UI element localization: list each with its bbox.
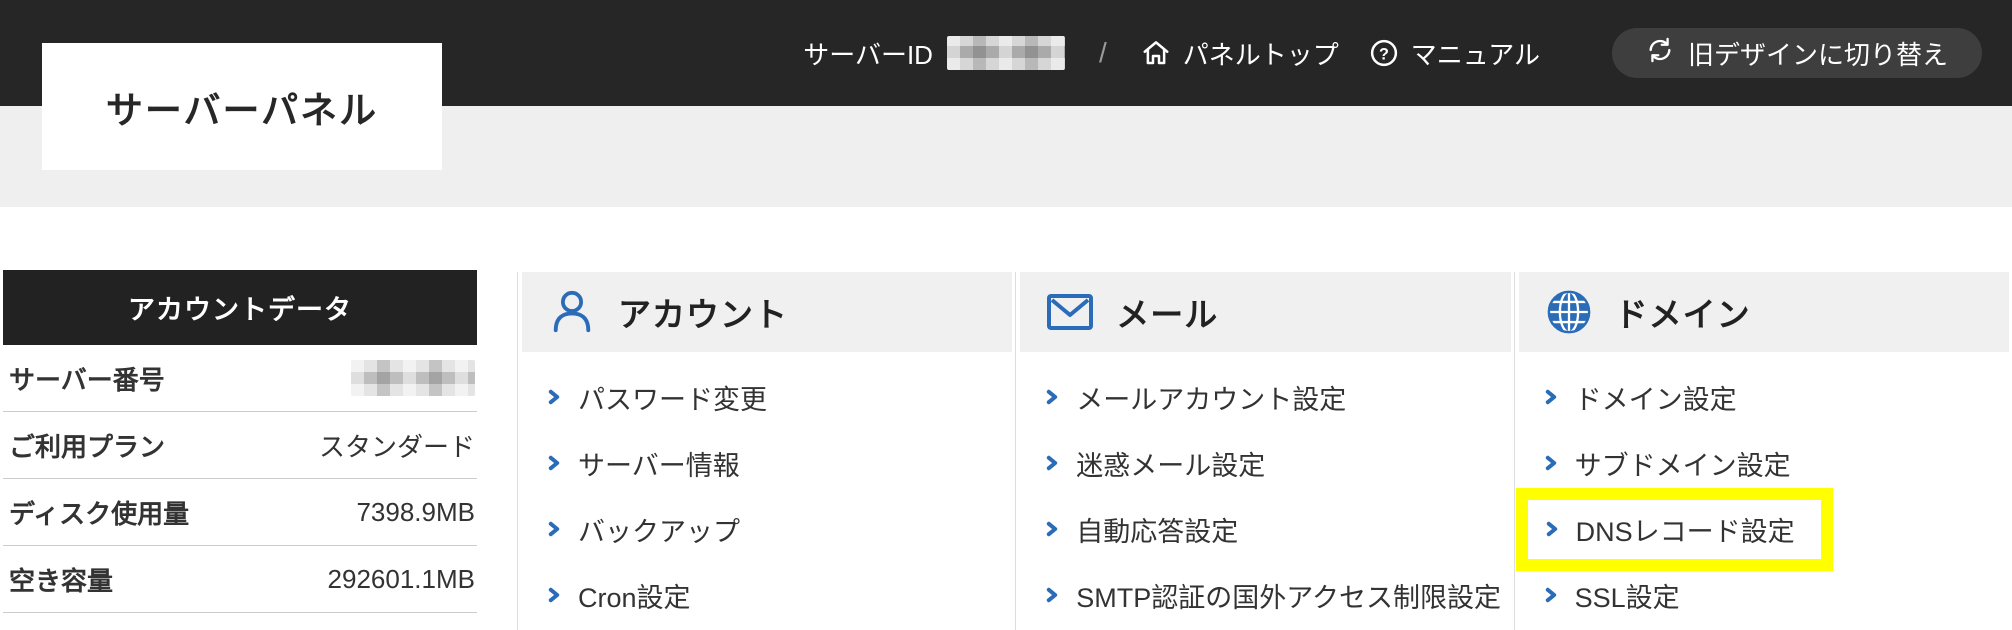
menu-link-label: メールアカウント設定 — [1076, 384, 1347, 415]
account-data-row: ディスク使用量 7398.9MB — [3, 479, 477, 546]
user-icon — [548, 287, 596, 337]
mail-icon — [1046, 287, 1094, 337]
chevron-right-icon — [546, 387, 562, 407]
chevron-right-icon — [1044, 387, 1060, 407]
account-data-rows: サーバー番号 ご利用プラン スタンダード ディスク使用量 7398.9MB 空き… — [3, 345, 477, 613]
account-data-row-label: ディスク使用量 — [9, 498, 190, 529]
server-id-masked-value — [946, 36, 1065, 70]
menu-link-label: ドメイン設定 — [1574, 384, 1737, 415]
menu-column-links: ドメイン設定 サブドメイン設定 DNSレコード設定 SSL設定 — [1515, 352, 2012, 628]
account-data-row: 空き容量 292601.1MB — [3, 546, 477, 613]
nav-manual[interactable]: ? マニュアル — [1369, 35, 1540, 72]
home-icon — [1141, 38, 1171, 68]
account-data-row: サーバー番号 — [3, 345, 477, 412]
menu-column-1: アカウント パスワード変更 サーバー情報 バックアップ Cron設定 — [517, 272, 1015, 630]
menu-link[interactable]: メールアカウント設定 — [1016, 364, 1513, 430]
menu-link[interactable]: サーバー情報 — [518, 430, 1015, 496]
chevron-right-icon — [1543, 585, 1559, 605]
menu-link[interactable]: 迷惑メール設定 — [1016, 430, 1513, 496]
menu-column-3: ドメイン ドメイン設定 サブドメイン設定 DNSレコード設定 SSL設定 — [1513, 272, 2012, 630]
menu-link[interactable]: SMTP認証の国外アクセス制限設定 — [1016, 562, 1513, 628]
nav-manual-label: マニュアル — [1410, 39, 1540, 70]
chevron-right-icon — [1543, 453, 1559, 473]
menu-link[interactable]: SSL設定 — [1515, 562, 2012, 628]
menu-column-links: パスワード変更 サーバー情報 バックアップ Cron設定 — [518, 352, 1015, 628]
logo-text: サーバーパネル — [105, 89, 379, 131]
chevron-right-icon — [1543, 387, 1559, 407]
chevron-right-icon — [546, 585, 562, 605]
menu-column-header: アカウント — [522, 272, 1013, 352]
logo-card[interactable]: サーバーパネル — [42, 43, 442, 170]
account-data-title: アカウントデータ — [3, 270, 477, 345]
account-data-row: ご利用プラン スタンダード — [3, 412, 477, 479]
chevron-right-icon — [1544, 519, 1560, 539]
menu-link-label: 迷惑メール設定 — [1076, 450, 1266, 481]
server-id-group: サーバーID — [803, 35, 1065, 72]
menu-column-header: メール — [1020, 272, 1511, 352]
account-data-row-value: スタンダード — [318, 431, 475, 462]
nav-panel-top[interactable]: パネルトップ — [1141, 35, 1339, 72]
masked-value — [351, 360, 475, 396]
account-data-row-label: サーバー番号 — [9, 364, 165, 395]
menu-link[interactable]: バックアップ — [518, 496, 1015, 562]
help-icon: ? — [1369, 38, 1399, 68]
menu-link[interactable]: 自動応答設定 — [1016, 496, 1513, 562]
switch-old-design-button[interactable]: 旧デザインに切り替え — [1611, 28, 1982, 78]
menu-link-label: Cron設定 — [578, 582, 691, 613]
chevron-right-icon — [1044, 585, 1060, 605]
breadcrumb-separator: / — [1098, 37, 1107, 68]
globe-icon — [1545, 287, 1593, 337]
account-data-row-value: 292601.1MB — [327, 563, 475, 594]
chevron-right-icon — [546, 519, 562, 539]
svg-text:?: ? — [1379, 45, 1389, 63]
menu-column-2: メール メールアカウント設定 迷惑メール設定 自動応答設定 SMTP認証の国外ア… — [1015, 272, 1513, 630]
menu-link-label: サーバー情報 — [578, 450, 740, 481]
menu-link-label: バックアップ — [578, 516, 740, 547]
menu-column-header: ドメイン — [1518, 272, 2009, 352]
menu-link-label: パスワード変更 — [578, 384, 767, 415]
menu-column-title: アカウント — [618, 296, 788, 333]
menu-column-title: ドメイン — [1614, 296, 1751, 333]
chevron-right-icon — [1044, 519, 1060, 539]
menu-column-links: メールアカウント設定 迷惑メール設定 自動応答設定 SMTP認証の国外アクセス制… — [1016, 352, 1513, 628]
menu-column-title: メール — [1116, 296, 1219, 333]
switch-design-icon — [1646, 36, 1674, 71]
chevron-right-icon — [546, 453, 562, 473]
server-id-label: サーバーID — [803, 39, 933, 70]
menu-link-highlighted[interactable]: DNSレコード設定 — [1515, 487, 2012, 571]
menu-link-label: サブドメイン設定 — [1574, 450, 1791, 481]
menu-link-label: SMTP認証の国外アクセス制限設定 — [1076, 582, 1501, 613]
menu-link[interactable]: パスワード変更 — [518, 364, 1015, 430]
menu-link-label: 自動応答設定 — [1076, 516, 1239, 547]
switch-old-design-label: 旧デザインに切り替え — [1687, 39, 1948, 70]
account-data-row-value: 7398.9MB — [356, 496, 475, 527]
account-data-row-label: 空き容量 — [9, 565, 114, 596]
server-panel-screen: サーバーID / パネルトップ ? マニュアル 旧デザインに切り替え サーバーパ… — [0, 0, 2012, 630]
menu-link[interactable]: Cron設定 — [518, 562, 1015, 628]
menu-link-label: SSL設定 — [1574, 582, 1680, 613]
account-data-panel: アカウントデータ サーバー番号 ご利用プラン スタンダード ディスク使用量 73… — [3, 270, 477, 613]
menu-link[interactable]: サブドメイン設定 — [1515, 430, 2012, 496]
panel-menu: アカウント パスワード変更 サーバー情報 バックアップ Cron設定 メール メ… — [517, 272, 2012, 630]
menu-link[interactable]: ドメイン設定 — [1515, 364, 2012, 430]
chevron-right-icon — [1044, 453, 1060, 473]
nav-panel-top-label: パネルトップ — [1182, 39, 1339, 70]
account-data-row-label: ご利用プラン — [9, 431, 166, 462]
menu-link-label: DNSレコード設定 — [1575, 516, 1795, 547]
